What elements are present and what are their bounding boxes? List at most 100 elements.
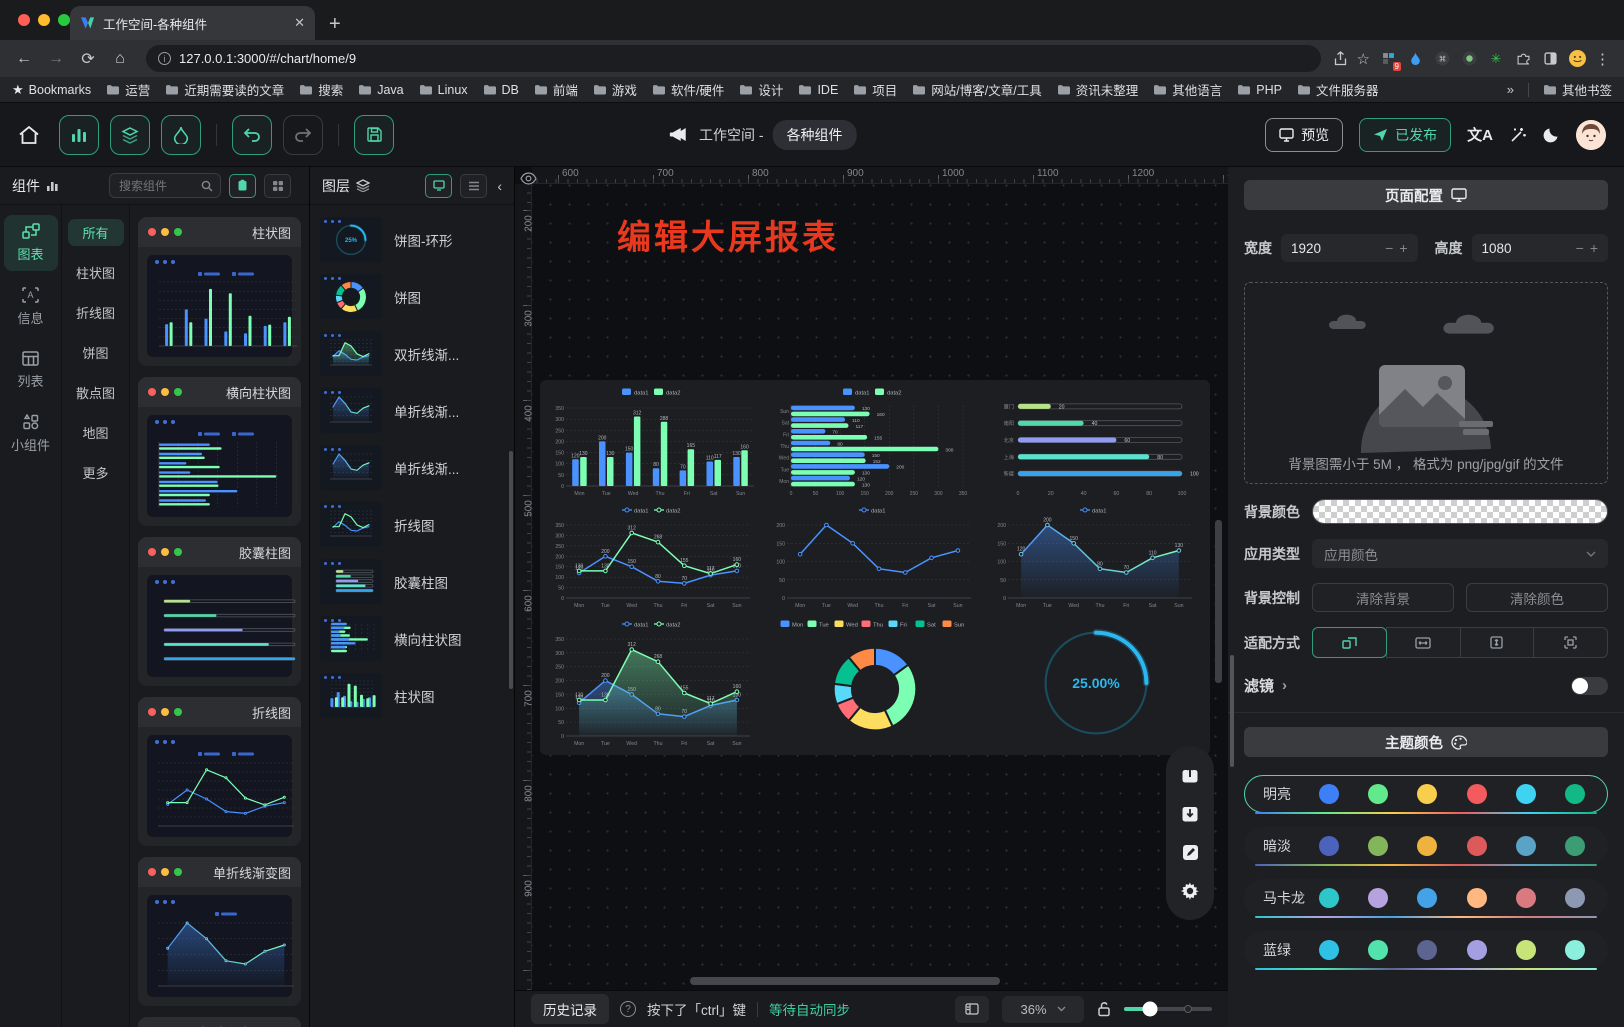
background-upload-dropzone[interactable]: 背景图需小于 5M ， 格式为 png/jpg/gif 的文件 xyxy=(1244,282,1608,484)
fit-stretch-option[interactable] xyxy=(1533,627,1608,658)
history-button[interactable]: 历史记录 xyxy=(531,994,609,1024)
component-search-box[interactable] xyxy=(109,173,221,198)
eye-icon[interactable] xyxy=(517,168,539,188)
grid-view-toggle[interactable] xyxy=(264,174,291,198)
bookmark-folder[interactable]: 文件服务器 xyxy=(1297,80,1379,99)
component-card-单折线渐变面积图[interactable]: 单折线渐变面积图 xyxy=(138,1017,301,1027)
layer-item[interactable]: 单折线渐... xyxy=(310,439,514,496)
bookmark-folder[interactable]: Linux xyxy=(419,80,468,99)
bookmark-folder[interactable]: 搜索 xyxy=(299,80,343,99)
increase-width-icon[interactable]: + xyxy=(1399,240,1407,256)
extension-pinwheel-icon[interactable]: ✳ xyxy=(1487,50,1505,68)
component-card-胶囊柱图[interactable]: 胶囊柱图 xyxy=(138,537,301,686)
layers-scrollbar[interactable] xyxy=(509,451,513,689)
preview-button[interactable]: 预览 xyxy=(1265,118,1343,152)
bookmarks-root[interactable]: ★ Bookmarks xyxy=(12,82,91,98)
canvas-chart-horizontal-bar[interactable]: 050100150200250300350Sun130160Sat110117F… xyxy=(764,383,985,501)
layer-item[interactable]: 横向柱状图 xyxy=(310,610,514,667)
bookmark-folder[interactable]: PHP xyxy=(1237,80,1282,99)
filter-switch[interactable] xyxy=(1571,677,1608,695)
browser-tab[interactable]: 工作空间-各种组件 ✕ xyxy=(70,6,315,40)
user-avatar[interactable] xyxy=(1576,120,1606,150)
home-icon[interactable]: ⌂ xyxy=(106,45,134,73)
sidebar-category-图表[interactable]: 图表 xyxy=(4,215,58,271)
import-icon[interactable] xyxy=(1180,804,1200,824)
height-input[interactable]: 1080 − + xyxy=(1472,234,1609,262)
clear-background-button[interactable]: 清除背景 xyxy=(1312,583,1454,612)
sidebar-category-小组件[interactable]: 小组件 xyxy=(4,406,58,462)
dark-mode-moon-icon[interactable] xyxy=(1543,126,1560,143)
layers-thumbnail-view-toggle[interactable] xyxy=(425,174,452,198)
unlock-icon[interactable] xyxy=(1097,1001,1111,1017)
extension-command-icon[interactable]: ⌘ xyxy=(1433,50,1451,68)
canvas-chart-grouped-bar[interactable]: 5010015020025030035001202001508070110130… xyxy=(543,383,764,501)
bookmark-folder[interactable]: IDE xyxy=(798,80,838,99)
canvas-chart-dual-line[interactable]: 5010015020025030035001202001508070110130… xyxy=(543,501,764,613)
profile-avatar-icon[interactable] xyxy=(1568,50,1586,68)
fit-width-option[interactable] xyxy=(1386,627,1461,658)
filter-item-所有[interactable]: 所有 xyxy=(68,219,124,246)
clear-color-button[interactable]: 清除颜色 xyxy=(1466,583,1608,612)
background-color-swatch[interactable] xyxy=(1312,499,1608,524)
filter-item-地图[interactable]: 地图 xyxy=(68,419,124,446)
theme-row-蓝绿[interactable]: 蓝绿 xyxy=(1244,931,1608,969)
filter-item-更多[interactable]: 更多 xyxy=(68,459,124,486)
app-home-icon[interactable] xyxy=(18,125,40,145)
export-icon[interactable] xyxy=(1180,765,1200,785)
other-bookmarks-folder[interactable]: 其他书签 xyxy=(1543,80,1612,99)
magic-wand-icon[interactable] xyxy=(1509,126,1527,144)
collapse-panel-icon[interactable]: ‹ xyxy=(497,178,502,194)
bookmark-star-icon[interactable]: ☆ xyxy=(1357,50,1370,68)
bookmark-folder[interactable]: 网站/博客/文章/工具 xyxy=(912,80,1041,99)
site-info-icon[interactable]: i xyxy=(158,52,171,65)
layer-item[interactable]: 柱状图 xyxy=(310,667,514,724)
width-input[interactable]: 1920 − + xyxy=(1281,234,1418,262)
filter-item-散点图[interactable]: 散点图 xyxy=(68,379,124,406)
extensions-puzzle-icon[interactable] xyxy=(1514,50,1532,68)
filter-item-饼图[interactable]: 饼图 xyxy=(68,339,124,366)
theme-row-马卡龙[interactable]: 马卡龙 xyxy=(1244,879,1608,917)
undo-button[interactable] xyxy=(232,115,272,155)
bookmark-folder[interactable]: 近期需要读的文章 xyxy=(165,80,284,99)
url-bar[interactable]: i 127.0.0.1:3000/#/chart/home/9 xyxy=(146,45,1321,72)
filter-item-柱状图[interactable]: 柱状图 xyxy=(68,259,124,286)
extension-circle-icon[interactable] xyxy=(1460,50,1478,68)
new-tab-button[interactable]: + xyxy=(329,14,341,34)
zoom-slider-knob[interactable] xyxy=(1143,1002,1158,1017)
layer-item[interactable]: 胶囊柱图 xyxy=(310,553,514,610)
details-panel-toggle-button[interactable] xyxy=(161,115,201,155)
bookmark-folder[interactable]: 游戏 xyxy=(593,80,637,99)
filter-item-折线图[interactable]: 折线图 xyxy=(68,299,124,326)
translate-icon[interactable]: 文A xyxy=(1467,124,1493,145)
save-button[interactable] xyxy=(354,115,394,155)
fit-scale-option[interactable] xyxy=(1312,627,1387,658)
extension-drop-icon[interactable] xyxy=(1406,50,1424,68)
sidebar-category-列表[interactable]: 列表 xyxy=(4,343,58,398)
component-search-input[interactable] xyxy=(117,178,201,194)
canvas-horizontal-scrollbar[interactable] xyxy=(690,977,1000,985)
share-icon[interactable] xyxy=(1333,51,1348,67)
canvas-chart-progress-ring[interactable]: 25.00% xyxy=(986,613,1207,752)
canvas-vertical-scrollbar[interactable] xyxy=(1215,520,1222,683)
back-icon[interactable]: ← xyxy=(10,45,38,73)
zoom-level-select[interactable]: 36% xyxy=(1002,996,1084,1023)
canvas-chart-capsule-bar[interactable]: 厦门20南阳40北京60上海80新疆100020406080100 xyxy=(986,383,1207,501)
canvas-chart-single-line[interactable]: 501001502000MonTueWedThuFriSatSundata1 xyxy=(764,501,985,613)
bookmark-folder[interactable]: DB xyxy=(483,80,519,99)
increase-height-icon[interactable]: + xyxy=(1590,240,1598,256)
layer-item[interactable]: 饼图 xyxy=(310,268,514,325)
bookmark-folder[interactable]: 前端 xyxy=(534,80,578,99)
layer-item[interactable]: 单折线渐... xyxy=(310,382,514,439)
layer-item[interactable]: 双折线渐... xyxy=(310,325,514,382)
canvas-content[interactable]: 编辑大屏报表 501001502002503003500120200150807… xyxy=(532,184,1228,990)
publish-button[interactable]: 已发布 xyxy=(1359,118,1451,152)
component-card-横向柱状图[interactable]: 横向柱状图 xyxy=(138,377,301,526)
settings-gear-icon[interactable] xyxy=(1180,881,1200,901)
bookmark-folder[interactable]: 软件/硬件 xyxy=(652,80,724,99)
bookmark-folder[interactable]: 项目 xyxy=(853,80,897,99)
apply-type-select[interactable]: 应用颜色 xyxy=(1312,539,1608,568)
help-icon[interactable]: ? xyxy=(620,1001,636,1017)
charts-panel-toggle-button[interactable] xyxy=(59,115,99,155)
reading-list-icon[interactable] xyxy=(1541,50,1559,68)
layers-list-view-toggle[interactable] xyxy=(460,174,487,198)
